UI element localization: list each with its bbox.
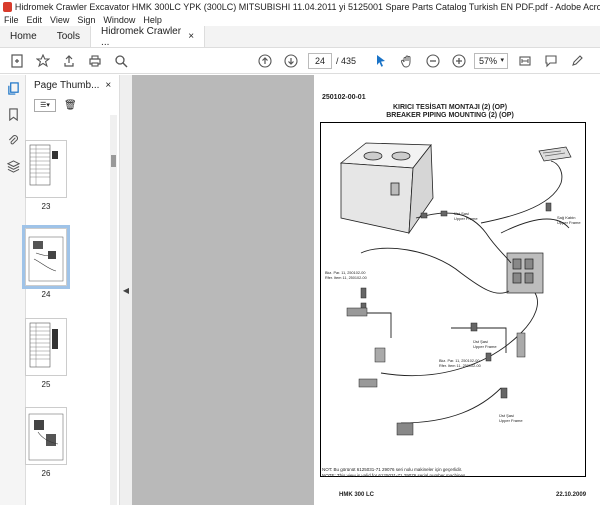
fit-page-icon[interactable]	[516, 52, 534, 70]
thumbnail-label: 26	[41, 469, 51, 478]
delete-page-icon[interactable]: 🗑	[64, 100, 77, 111]
document-viewer-background	[132, 75, 314, 505]
window-title: Hidromek Crawler Excavator HMK 300LC YPK…	[14, 1, 600, 12]
highlight-pen-icon[interactable]	[568, 52, 586, 70]
document-title-en: BREAKER PIPING MOUNTING (2) (OP)	[386, 112, 514, 119]
label-bkz-1-text: Bkz. Par. 11, 250102-00	[325, 271, 366, 275]
toolbar: 24 / 435 57% ▾	[0, 48, 600, 74]
label-bkz-4-text: Rfer. Item 11, 250102-00	[439, 364, 481, 368]
label-ust-sasi-1: Üst Şasi Upper Frame	[454, 211, 478, 221]
thumbnail-image	[25, 140, 67, 198]
thumbnail-page-26[interactable]: 26	[23, 407, 69, 478]
zoom-value: 57%	[479, 55, 498, 66]
label-upper-frame-1-text: Upper Frame	[454, 216, 478, 221]
page-thumbnails-icon[interactable]	[0, 75, 26, 101]
thumbnail-table-graphic	[29, 144, 58, 186]
menu-view[interactable]: View	[50, 15, 69, 25]
label-upper-frame-2-text: Upper Frame	[473, 344, 497, 349]
label-ust-sasi-2: Üst Şasi Upper Frame	[473, 339, 497, 349]
thumbnail-tools: ☰▾ 🗑	[26, 95, 119, 115]
tab-document[interactable]: Hidromek Crawler ... ×	[90, 25, 206, 48]
thumbnail-label: 25	[41, 380, 51, 389]
title-bar: Hidromek Crawler Excavator HMK 300LC YPK…	[0, 0, 600, 13]
page-number-input[interactable]: 24	[308, 52, 332, 69]
label-bkz-3-text: Bkz. Par. 11, 250102-00	[439, 359, 480, 363]
prev-page-icon[interactable]	[256, 52, 274, 70]
tab-bar: Home Tools Hidromek Crawler ... ×	[0, 26, 600, 48]
breaker-piping-diagram	[339, 142, 572, 436]
thumbnail-page-23[interactable]: 23	[23, 140, 69, 211]
tab-document-label: Hidromek Crawler ...	[101, 25, 182, 48]
print-icon[interactable]	[86, 52, 104, 70]
valve-block	[506, 252, 544, 294]
note-en: NOTE: This view is valid for 6125031-71 …	[322, 473, 467, 478]
tab-tools[interactable]: Tools	[47, 26, 90, 47]
menu-bar: File Edit View Sign Window Help	[0, 13, 600, 26]
bookmark-star-icon[interactable]	[34, 52, 52, 70]
page-total: / 435	[336, 55, 357, 66]
menu-file[interactable]: File	[4, 15, 19, 25]
menu-sign[interactable]: Sign	[77, 15, 95, 25]
bookmark-icon[interactable]	[0, 101, 26, 127]
drawing-note: NOT: Bu görünüt 6125031-71 29076 seri no…	[322, 467, 467, 479]
thumbnail-diagram-graphic	[28, 236, 64, 282]
upload-icon[interactable]	[60, 52, 78, 70]
tab-close-icon[interactable]: ×	[188, 31, 194, 42]
zoom-select[interactable]: 57% ▾	[474, 52, 509, 69]
label-bkz-2-text: Rfer. Item 11, 250102-00	[325, 276, 367, 280]
fittings	[346, 202, 552, 436]
thumbnail-image	[25, 318, 67, 376]
scrollbar-thumb[interactable]	[111, 155, 116, 167]
document-title: KIRICI TESİSATI MONTAJI (2) (OP) BREAKER…	[340, 104, 560, 120]
thumbnail-diagram-graphic	[28, 413, 64, 461]
label-bkz-1: Bkz. Par. 11, 250102-00 Rfer. Item 11, 25…	[325, 271, 367, 281]
acrobat-icon	[3, 1, 12, 12]
thumbnail-table-graphic	[29, 322, 58, 368]
next-page-icon[interactable]	[282, 52, 300, 70]
thumbnail-page-24[interactable]: 24	[22, 225, 70, 299]
label-ust-sasi-3: Üst Şasi Upper Frame	[499, 413, 523, 423]
tab-home[interactable]: Home	[0, 26, 47, 47]
comment-icon[interactable]	[542, 52, 560, 70]
document-code: 250102-00-01	[322, 94, 366, 101]
search-icon[interactable]	[112, 52, 130, 70]
thumbnail-image	[25, 407, 67, 465]
pedal-assembly	[538, 146, 572, 162]
chevron-down-icon: ▾	[500, 56, 505, 64]
panel-close-icon[interactable]: ×	[105, 80, 111, 91]
thumbnail-options-icon[interactable]: ☰▾	[34, 98, 56, 112]
label-right-cabin-text: Upper Frame	[557, 220, 581, 225]
select-cursor-icon[interactable]	[372, 52, 390, 70]
thumbnail-panel-title: Page Thumb...	[34, 79, 100, 91]
chevron-left-icon: ◀	[122, 285, 130, 295]
thumbnail-label: 24	[41, 290, 51, 299]
label-sag-kabin: Sağ Kabin Upper Frame	[557, 215, 581, 225]
thumbnail-page-25[interactable]: 25	[23, 318, 69, 389]
thumbnail-scrollbar[interactable]	[110, 115, 117, 505]
footer-date: 22.10.2009	[556, 492, 587, 498]
drawing-frame: Üst Şasi Upper Frame Sağ Kabin Upper Frame…	[320, 122, 586, 477]
zoom-in-icon[interactable]	[450, 52, 468, 70]
menu-edit[interactable]: Edit	[27, 15, 43, 25]
menu-help[interactable]: Help	[143, 15, 162, 25]
collapse-panel-button[interactable]: ◀	[120, 75, 132, 505]
label-upper-frame-3-text: Upper Frame	[499, 418, 523, 423]
hand-tool-icon[interactable]	[398, 52, 416, 70]
thumbnail-image	[22, 225, 70, 289]
hydraulic-tank	[339, 142, 434, 235]
label-bkz-3: Bkz. Par. 11, 250102-00 Rfer. Item 11, 25…	[439, 359, 481, 369]
thumbnail-label: 23	[41, 202, 51, 211]
create-icon[interactable]	[8, 52, 26, 70]
document-title-tr: KIRICI TESİSATI MONTAJI (2) (OP)	[392, 104, 508, 111]
thumbnail-panel-header: Page Thumb... ×	[26, 75, 119, 95]
menu-window[interactable]: Window	[103, 15, 135, 25]
footer-model: HMK 300 LC	[339, 492, 375, 498]
zoom-out-icon[interactable]	[424, 52, 442, 70]
